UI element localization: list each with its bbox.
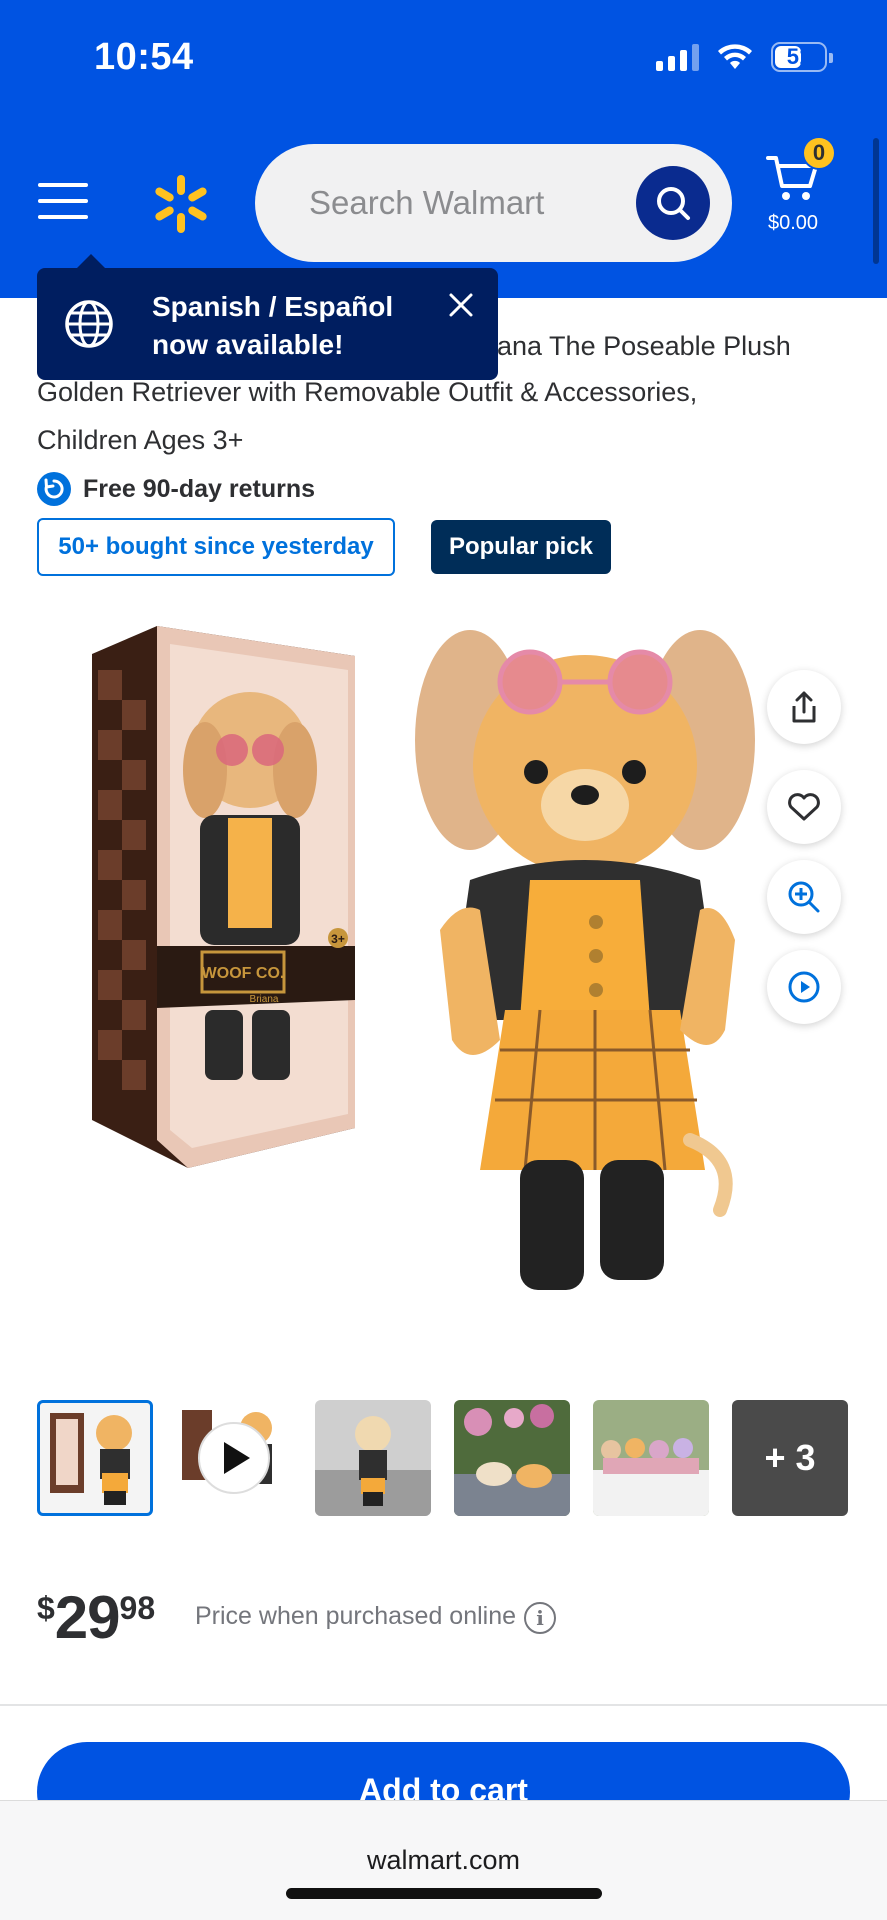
battery-icon: 51 xyxy=(771,42,833,72)
search-input[interactable]: Search Walmart xyxy=(309,184,544,222)
popular-pick-badge: Popular pick xyxy=(431,520,611,574)
returns-info[interactable]: Free 90-day returns xyxy=(37,472,315,506)
returns-label: Free 90-day returns xyxy=(83,474,316,503)
price-currency: $ xyxy=(37,1590,55,1626)
product-image-carousel[interactable]: WOOF CO. 3+ Briana xyxy=(0,600,887,1370)
share-button[interactable] xyxy=(767,670,841,744)
box-name-label: Briana xyxy=(250,994,279,1005)
cart-total: $0.00 xyxy=(768,212,819,234)
status-icons: 51 xyxy=(656,42,833,72)
search-button[interactable] xyxy=(636,166,710,240)
menu-icon[interactable] xyxy=(38,183,88,223)
video-button[interactable] xyxy=(767,950,841,1024)
globe-icon xyxy=(65,300,113,348)
box-age-label: 3+ xyxy=(331,932,345,946)
home-indicator[interactable] xyxy=(286,1888,602,1899)
product-image: WOOF CO. 3+ Briana xyxy=(92,626,755,1290)
search-bar[interactable]: Search Walmart xyxy=(255,144,732,262)
favorite-button[interactable] xyxy=(767,770,841,844)
product-title-line-3: Children Ages 3+ xyxy=(37,425,244,455)
box-brand-label: WOOF CO. xyxy=(202,965,285,982)
zoom-in-icon xyxy=(788,881,820,913)
scroll-indicator xyxy=(873,138,879,264)
price-dollars: 29 xyxy=(54,1584,121,1651)
thumbnail-more[interactable]: + 3 xyxy=(732,1400,848,1516)
browser-address-bar[interactable]: walmart.com xyxy=(0,1800,887,1920)
price-note: Price when purchased online xyxy=(195,1602,517,1630)
thumbnail-5[interactable] xyxy=(593,1400,709,1516)
thumbnail-strip: + 3 xyxy=(37,1400,851,1516)
status-time: 10:54 xyxy=(94,36,194,78)
thumbnail-3[interactable] xyxy=(315,1400,431,1516)
divider xyxy=(0,1704,887,1706)
bought-since-badge: 50+ bought since yesterday xyxy=(37,518,395,576)
price: $ 29 98 xyxy=(37,1586,155,1650)
price-cents: 98 xyxy=(119,1590,156,1626)
toast-message: Spanish / Español now available! xyxy=(152,291,394,360)
language-toast[interactable]: Spanish / Español now available! xyxy=(37,254,498,380)
cart-button[interactable]: 0 $0.00 xyxy=(760,136,860,240)
wifi-icon xyxy=(718,44,752,69)
heart-icon xyxy=(788,793,820,821)
info-icon[interactable]: i xyxy=(524,1602,556,1634)
thumbnail-2-video[interactable] xyxy=(176,1400,292,1516)
close-icon[interactable] xyxy=(446,290,476,320)
returns-icon xyxy=(37,472,71,506)
thumbnail-1[interactable] xyxy=(37,1400,153,1516)
thumbnail-4[interactable] xyxy=(454,1400,570,1516)
battery-level: 51 xyxy=(786,44,812,69)
cart-count-badge: 0 xyxy=(802,136,836,170)
top-header: 10:54 51 Search Walmart 0 $0.00 xyxy=(0,0,887,298)
walmart-spark-logo[interactable] xyxy=(150,173,212,235)
zoom-button[interactable] xyxy=(767,860,841,934)
share-icon xyxy=(792,691,816,723)
play-circle-icon xyxy=(788,971,820,1003)
cellular-signal-icon xyxy=(656,43,699,71)
search-icon xyxy=(657,187,690,220)
url-label[interactable]: walmart.com xyxy=(0,1845,887,1876)
